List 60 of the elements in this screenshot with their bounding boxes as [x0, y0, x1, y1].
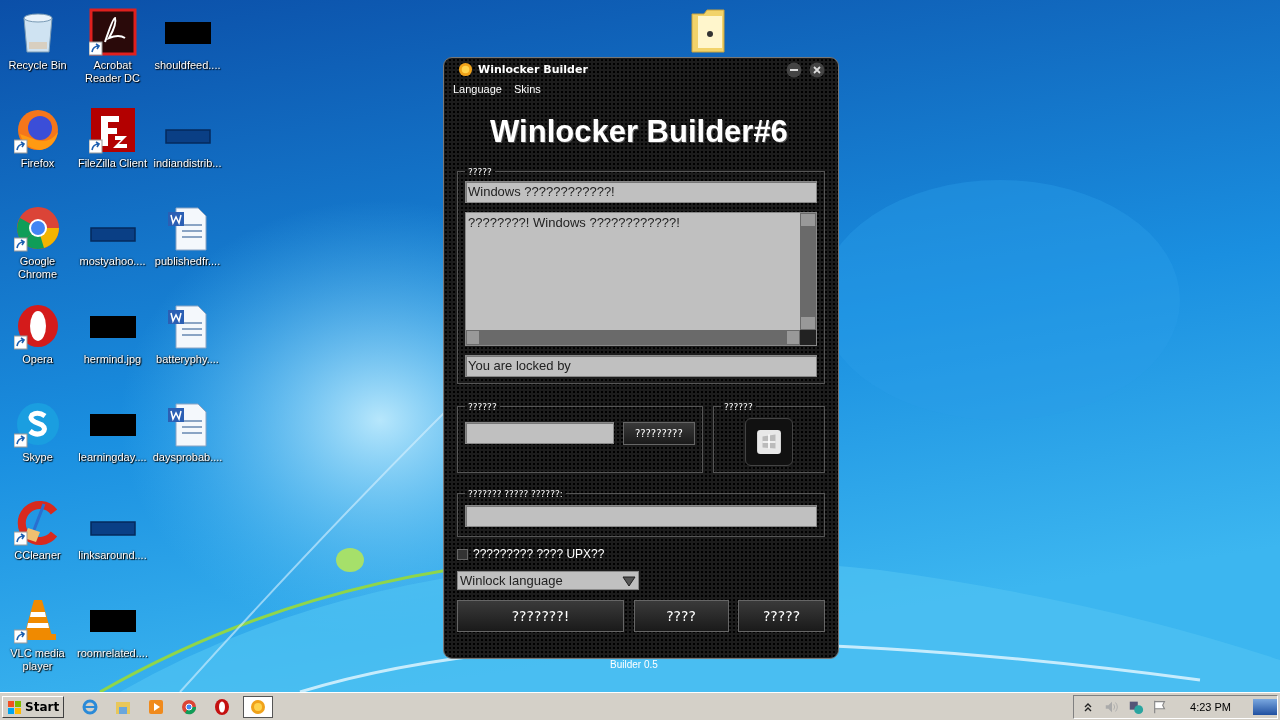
icon-label: Acrobat Reader DC [84, 59, 141, 85]
vertical-scrollbar[interactable] [800, 212, 816, 330]
icon-label: Google Chrome [16, 255, 59, 281]
app-icon [81, 697, 100, 716]
app-heading: Winlocker Builder#6 [489, 112, 789, 151]
app-icon [213, 697, 232, 716]
minimize-button[interactable] [786, 61, 802, 78]
code-field[interactable] [465, 421, 614, 444]
group-label: ?????? [467, 401, 498, 412]
icon-label: Opera [21, 353, 54, 366]
path-field[interactable] [465, 504, 817, 527]
clock: 4:23 PM [1190, 700, 1231, 713]
window-logo-icon [756, 428, 782, 455]
checkbox[interactable] [457, 548, 468, 560]
generate-button[interactable]: ????????? [622, 421, 695, 445]
message-field[interactable]: ????????! Windows ????????????! [466, 212, 800, 330]
taskbar-button[interactable] [243, 695, 274, 718]
icon-label: roomrelated.... [76, 647, 149, 660]
dropdown-arrow-icon [622, 574, 636, 587]
icon-label: learningday.... [77, 451, 148, 464]
icon-label: mostyahoo.... [78, 255, 147, 268]
windows-logo-icon [7, 698, 23, 715]
language-dropdown[interactable]: Winlock language [457, 571, 639, 590]
app-icon [180, 697, 199, 716]
icon-label: hermind.jpg [82, 353, 143, 366]
icon-label: CCleaner [13, 549, 62, 562]
icon-label: VLC media player [9, 647, 66, 673]
group-label: ??????? ????? ??????: [467, 488, 564, 499]
icon-label: publishedfr.... [153, 255, 222, 268]
locked-by-field[interactable]: You are locked by [465, 354, 817, 377]
checkbox-label: ????????? ???? UPX?? [473, 547, 605, 562]
group-label: ?????? [723, 401, 754, 412]
close-button[interactable] [809, 61, 825, 78]
action-button[interactable]: ????? [738, 600, 825, 632]
icon-label: indiandistrib... [152, 157, 223, 170]
action-button[interactable]: ???????! [457, 600, 624, 632]
title-field[interactable]: Windows ????????????! [465, 180, 817, 203]
desktop-icon[interactable] [88, 106, 137, 154]
icon-label: Skype [21, 451, 54, 464]
show-desktop-button[interactable] [1253, 698, 1277, 715]
folder-icon[interactable] [690, 6, 726, 54]
icon-label: daysprobab.... [151, 451, 224, 464]
start-button[interactable]: Start [2, 695, 65, 718]
icon-picker-button[interactable] [745, 417, 793, 466]
group-label: ????? [467, 166, 493, 177]
window-title: Winlocker Builder [478, 63, 588, 77]
version-text: Builder 0.5 [610, 659, 658, 670]
icon-label: linksaround.... [77, 549, 148, 562]
menu-item[interactable]: Language [453, 83, 502, 96]
app-icon [249, 697, 268, 716]
icon-label: shouldfeed.... [153, 59, 222, 72]
app-icon [458, 62, 473, 78]
icon-label: batteryphy.... [155, 353, 220, 366]
menu-item[interactable]: Skins [513, 83, 541, 96]
desktop-icon[interactable] [88, 8, 137, 56]
action-button[interactable]: ???? [633, 600, 729, 632]
icon-label: Recycle Bin [7, 59, 68, 72]
app-icon [147, 697, 166, 716]
icon-label: FileZilla Client [76, 157, 149, 170]
icon-label: Firefox [19, 157, 56, 170]
